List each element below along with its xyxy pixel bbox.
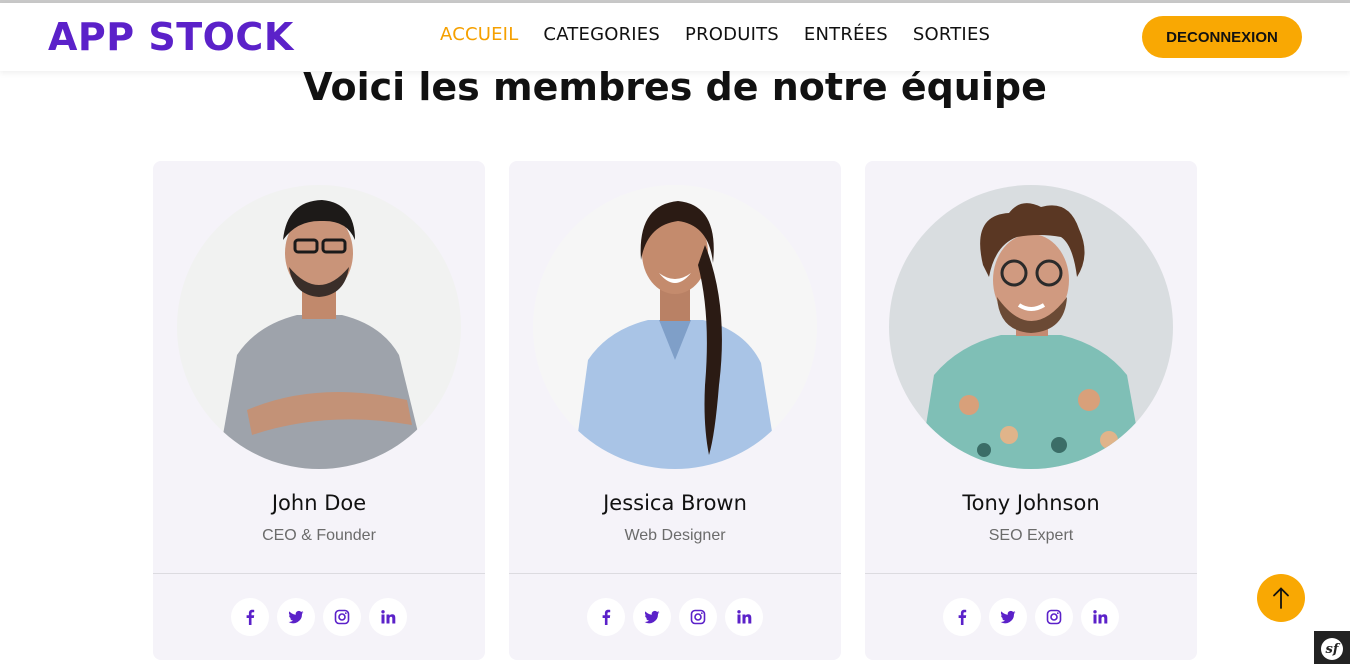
scroll-to-top-button[interactable] [1257, 574, 1305, 622]
member-role: CEO & Founder [262, 527, 376, 544]
social-links [153, 598, 485, 636]
facebook-icon[interactable] [943, 598, 981, 636]
logout-button[interactable]: DECONNEXION [1142, 16, 1302, 58]
nav-accueil[interactable]: ACCUEIL [440, 24, 518, 45]
instagram-icon[interactable] [1035, 598, 1073, 636]
team-card-jessica-brown: Jessica Brown Web Designer [509, 161, 841, 660]
main-nav: ACCUEIL CATEGORIES PRODUITS ENTRÉES SORT… [440, 24, 990, 45]
linkedin-icon[interactable] [369, 598, 407, 636]
twitter-icon[interactable] [633, 598, 671, 636]
team-card-tony-johnson: Tony Johnson SEO Expert [865, 161, 1197, 660]
member-name: Tony Johnson [962, 491, 1100, 515]
facebook-icon[interactable] [587, 598, 625, 636]
facebook-icon[interactable] [231, 598, 269, 636]
instagram-icon[interactable] [323, 598, 361, 636]
instagram-icon[interactable] [679, 598, 717, 636]
member-photo [533, 185, 817, 469]
member-name: Jessica Brown [603, 491, 747, 515]
debug-toolbar-toggle[interactable]: sf [1314, 631, 1350, 664]
member-role: Web Designer [624, 527, 726, 544]
card-divider [865, 573, 1197, 574]
member-photo [889, 185, 1173, 469]
symfony-icon: sf [1321, 638, 1343, 660]
twitter-icon[interactable] [277, 598, 315, 636]
member-role: SEO Expert [988, 527, 1074, 544]
member-photo [177, 185, 461, 469]
card-divider [153, 573, 485, 574]
team-section-title: Voici les membres de notre équipe [303, 65, 1047, 109]
nav-entrees[interactable]: ENTRÉES [804, 24, 888, 45]
nav-sorties[interactable]: SORTIES [913, 24, 990, 45]
linkedin-icon[interactable] [725, 598, 763, 636]
arrow-up-icon [1273, 587, 1289, 609]
member-name: John Doe [271, 491, 367, 515]
twitter-icon[interactable] [989, 598, 1027, 636]
nav-categories[interactable]: CATEGORIES [543, 24, 660, 45]
social-links [865, 598, 1197, 636]
top-navbar: APP STOCK ACCUEIL CATEGORIES PRODUITS EN… [0, 3, 1350, 71]
social-links [509, 598, 841, 636]
app-logo[interactable]: APP STOCK [48, 15, 294, 59]
nav-produits[interactable]: PRODUITS [685, 24, 779, 45]
team-card-john-doe: John Doe CEO & Founder [153, 161, 485, 660]
card-divider [509, 573, 841, 574]
linkedin-icon[interactable] [1081, 598, 1119, 636]
